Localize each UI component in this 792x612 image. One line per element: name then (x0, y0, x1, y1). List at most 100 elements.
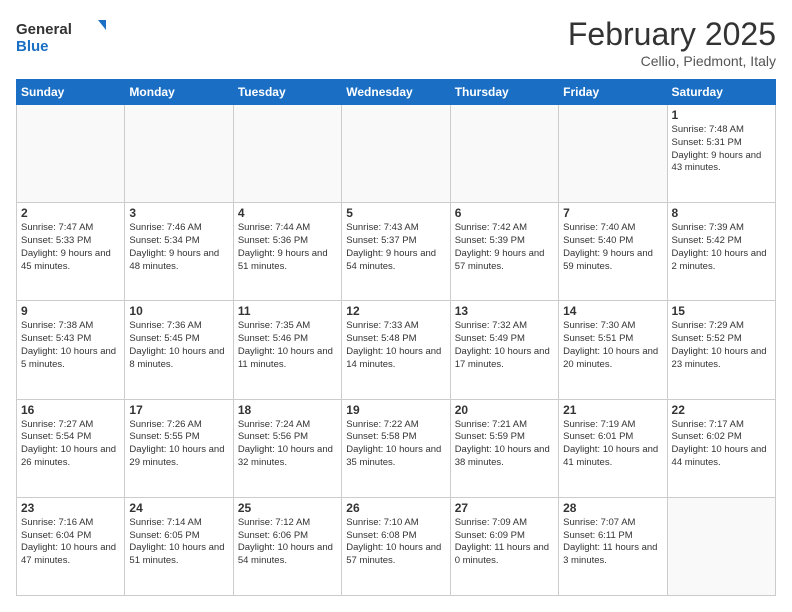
day-number: 5 (346, 206, 445, 220)
day-info: Sunrise: 7:17 AM Sunset: 6:02 PM Dayligh… (672, 419, 771, 470)
day-info: Sunrise: 7:46 AM Sunset: 5:34 PM Dayligh… (129, 222, 228, 273)
day-number: 28 (563, 501, 662, 515)
day-number: 8 (672, 206, 771, 220)
calendar-cell: 12 Sunrise: 7:33 AM Sunset: 5:48 PM Dayli… (342, 301, 450, 399)
day-info: Sunrise: 7:19 AM Sunset: 6:01 PM Dayligh… (563, 419, 662, 470)
day-info: Sunrise: 7:40 AM Sunset: 5:40 PM Dayligh… (563, 222, 662, 273)
header-sunday: Sunday (17, 80, 125, 105)
day-number: 10 (129, 304, 228, 318)
day-info: Sunrise: 7:36 AM Sunset: 5:45 PM Dayligh… (129, 320, 228, 371)
day-number: 9 (21, 304, 120, 318)
calendar-cell: 5 Sunrise: 7:43 AM Sunset: 5:37 PM Daylig… (342, 203, 450, 301)
location: Cellio, Piedmont, Italy (568, 53, 776, 69)
calendar-cell (17, 105, 125, 203)
day-info: Sunrise: 7:38 AM Sunset: 5:43 PM Dayligh… (21, 320, 120, 371)
day-number: 3 (129, 206, 228, 220)
calendar-cell: 13 Sunrise: 7:32 AM Sunset: 5:49 PM Dayli… (450, 301, 558, 399)
calendar-cell: 28 Sunrise: 7:07 AM Sunset: 6:11 PM Dayli… (559, 497, 667, 595)
day-number: 26 (346, 501, 445, 515)
day-info: Sunrise: 7:42 AM Sunset: 5:39 PM Dayligh… (455, 222, 554, 273)
day-number: 7 (563, 206, 662, 220)
day-info: Sunrise: 7:43 AM Sunset: 5:37 PM Dayligh… (346, 222, 445, 273)
calendar-cell: 4 Sunrise: 7:44 AM Sunset: 5:36 PM Daylig… (233, 203, 341, 301)
day-info: Sunrise: 7:33 AM Sunset: 5:48 PM Dayligh… (346, 320, 445, 371)
calendar-cell: 23 Sunrise: 7:16 AM Sunset: 6:04 PM Dayli… (17, 497, 125, 595)
day-info: Sunrise: 7:07 AM Sunset: 6:11 PM Dayligh… (563, 517, 662, 568)
calendar-cell: 26 Sunrise: 7:10 AM Sunset: 6:08 PM Dayli… (342, 497, 450, 595)
calendar-cell: 16Sunrise: 7:27 AM Sunset: 5:54 PM Dayli… (17, 399, 125, 497)
calendar-week-4: 23 Sunrise: 7:16 AM Sunset: 6:04 PM Dayli… (17, 497, 776, 595)
header-friday: Friday (559, 80, 667, 105)
calendar-cell: 22 Sunrise: 7:17 AM Sunset: 6:02 PM Dayli… (667, 399, 775, 497)
day-number: 13 (455, 304, 554, 318)
day-number: 6 (455, 206, 554, 220)
calendar-cell: 21 Sunrise: 7:19 AM Sunset: 6:01 PM Dayli… (559, 399, 667, 497)
day-info: Sunrise: 7:48 AM Sunset: 5:31 PM Dayligh… (672, 124, 771, 175)
day-number: 21 (563, 403, 662, 417)
day-info: Sunrise: 7:39 AM Sunset: 5:42 PM Dayligh… (672, 222, 771, 273)
header-saturday: Saturday (667, 80, 775, 105)
calendar-cell: 15 Sunrise: 7:29 AM Sunset: 5:52 PM Dayli… (667, 301, 775, 399)
calendar-cell: 14 Sunrise: 7:30 AM Sunset: 5:51 PM Dayli… (559, 301, 667, 399)
calendar-cell: 25Sunrise: 7:12 AM Sunset: 6:06 PM Dayli… (233, 497, 341, 595)
svg-text:General: General (16, 21, 72, 38)
day-number: 23 (21, 501, 120, 515)
calendar-cell: 1 Sunrise: 7:48 AM Sunset: 5:31 PM Daylig… (667, 105, 775, 203)
calendar-table: Sunday Monday Tuesday Wednesday Thursday… (16, 79, 776, 596)
day-info: Sunrise: 7:16 AM Sunset: 6:04 PM Dayligh… (21, 517, 120, 568)
calendar-cell: 7 Sunrise: 7:40 AM Sunset: 5:40 PM Daylig… (559, 203, 667, 301)
calendar-cell: 17Sunrise: 7:26 AM Sunset: 5:55 PM Dayli… (125, 399, 233, 497)
day-info: Sunrise: 7:21 AM Sunset: 5:59 PM Dayligh… (455, 419, 554, 470)
day-number: 4 (238, 206, 337, 220)
calendar-week-0: 1 Sunrise: 7:48 AM Sunset: 5:31 PM Daylig… (17, 105, 776, 203)
day-number: 24 (129, 501, 228, 515)
calendar-cell (667, 497, 775, 595)
calendar-cell (559, 105, 667, 203)
day-info: Sunrise: 7:09 AM Sunset: 6:09 PM Dayligh… (455, 517, 554, 568)
day-number: 14 (563, 304, 662, 318)
page: General Blue February 2025 Cellio, Piedm… (0, 0, 792, 612)
calendar-cell: 10 Sunrise: 7:36 AM Sunset: 5:45 PM Dayli… (125, 301, 233, 399)
svg-text:Blue: Blue (16, 38, 49, 55)
calendar-cell: 19Sunrise: 7:22 AM Sunset: 5:58 PM Dayli… (342, 399, 450, 497)
day-info: Sunrise: 7:47 AM Sunset: 5:33 PM Dayligh… (21, 222, 120, 273)
calendar-cell: 11 Sunrise: 7:35 AM Sunset: 5:46 PM Dayli… (233, 301, 341, 399)
day-number: 18 (238, 403, 337, 417)
day-info: Sunrise: 7:35 AM Sunset: 5:46 PM Dayligh… (238, 320, 337, 371)
calendar-cell: 20Sunrise: 7:21 AM Sunset: 5:59 PM Dayli… (450, 399, 558, 497)
calendar-cell: 3 Sunrise: 7:46 AM Sunset: 5:34 PM Daylig… (125, 203, 233, 301)
title-block: February 2025 Cellio, Piedmont, Italy (568, 16, 776, 69)
day-number: 2 (21, 206, 120, 220)
calendar-cell: 9 Sunrise: 7:38 AM Sunset: 5:43 PM Daylig… (17, 301, 125, 399)
day-info: Sunrise: 7:32 AM Sunset: 5:49 PM Dayligh… (455, 320, 554, 371)
calendar-cell: 27 Sunrise: 7:09 AM Sunset: 6:09 PM Dayli… (450, 497, 558, 595)
day-info: Sunrise: 7:44 AM Sunset: 5:36 PM Dayligh… (238, 222, 337, 273)
header-monday: Monday (125, 80, 233, 105)
calendar-cell (125, 105, 233, 203)
calendar-cell (450, 105, 558, 203)
logo-svg: General Blue (16, 16, 106, 56)
day-number: 27 (455, 501, 554, 515)
header: General Blue February 2025 Cellio, Piedm… (16, 16, 776, 69)
day-number: 17 (129, 403, 228, 417)
weekday-header-row: Sunday Monday Tuesday Wednesday Thursday… (17, 80, 776, 105)
calendar-cell (233, 105, 341, 203)
calendar-cell: 18 Sunrise: 7:24 AM Sunset: 5:56 PM Dayli… (233, 399, 341, 497)
day-info: Sunrise: 7:24 AM Sunset: 5:56 PM Dayligh… (238, 419, 337, 470)
day-number: 1 (672, 108, 771, 122)
header-thursday: Thursday (450, 80, 558, 105)
day-number: 22 (672, 403, 771, 417)
month-title: February 2025 (568, 16, 776, 53)
day-number: 16 (21, 403, 120, 417)
day-info: Sunrise: 7:29 AM Sunset: 5:52 PM Dayligh… (672, 320, 771, 371)
header-tuesday: Tuesday (233, 80, 341, 105)
day-info: Sunrise: 7:30 AM Sunset: 5:51 PM Dayligh… (563, 320, 662, 371)
day-number: 12 (346, 304, 445, 318)
day-info: Sunrise: 7:10 AM Sunset: 6:08 PM Dayligh… (346, 517, 445, 568)
day-number: 11 (238, 304, 337, 318)
day-info: Sunrise: 7:22 AM Sunset: 5:58 PM Dayligh… (346, 419, 445, 470)
day-number: 15 (672, 304, 771, 318)
calendar-cell (342, 105, 450, 203)
calendar-cell: 2 Sunrise: 7:47 AM Sunset: 5:33 PM Daylig… (17, 203, 125, 301)
calendar-week-1: 2 Sunrise: 7:47 AM Sunset: 5:33 PM Daylig… (17, 203, 776, 301)
